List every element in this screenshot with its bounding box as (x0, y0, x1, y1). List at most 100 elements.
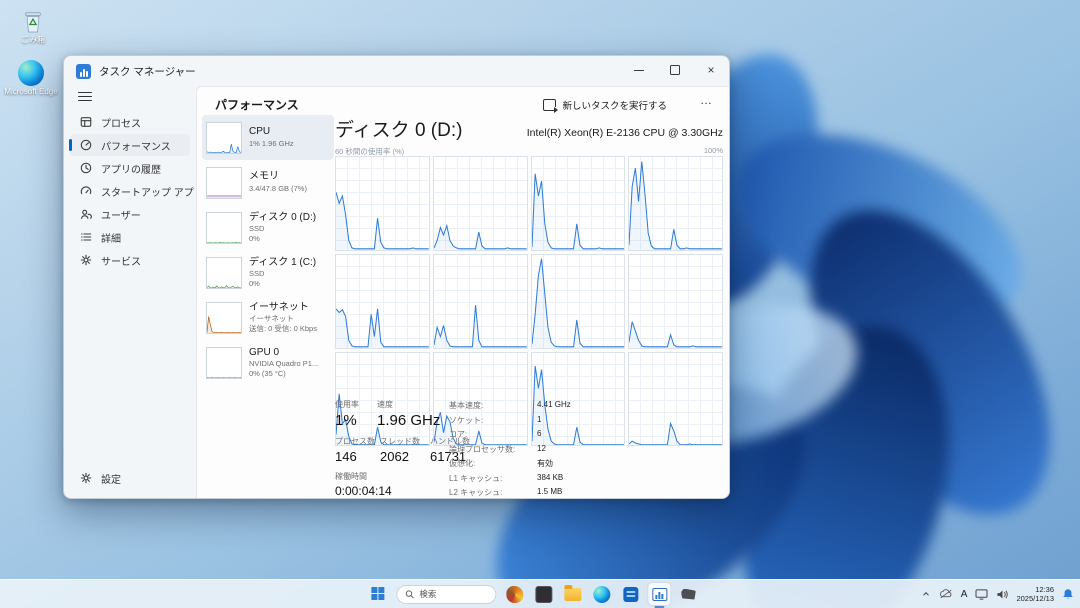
edge-icon (593, 586, 610, 603)
core-graph-5 (335, 254, 430, 349)
sidebar-item-startup-apps[interactable]: スタートアップ アプリ (70, 180, 190, 202)
dark-app-icon (535, 586, 552, 603)
desktop-icon-edge[interactable]: Microsoft Edge (2, 60, 60, 97)
sidebar-item-label: 詳細 (101, 230, 121, 245)
run-new-task-button[interactable]: 新しいタスクを実行する (537, 95, 673, 115)
taskbar-app-bluetile[interactable] (619, 583, 641, 605)
file-explorer-icon (564, 588, 581, 601)
desktop-icon-label: Microsoft Edge (4, 88, 57, 97)
desktop: ごみ箱 Microsoft Edge タスク マネージャー × プロセス (0, 0, 1080, 608)
sidebar-item-label: ユーザー (101, 207, 141, 222)
run-task-icon (543, 99, 556, 111)
menu-toggle-button[interactable] (78, 92, 92, 101)
sidebar-item-services[interactable]: サービス (70, 249, 190, 271)
taskbar-file-explorer[interactable] (561, 583, 583, 605)
window-title: タスク マネージャー (99, 64, 196, 79)
titlebar[interactable]: タスク マネージャー × (64, 56, 729, 86)
core-graph-2 (433, 156, 528, 251)
sidebar-item-label: スタートアップ アプリ (101, 184, 204, 199)
core-graph-8 (628, 254, 723, 349)
device-name: Intel(R) Xeon(R) E-2136 CPU @ 3.30GHz (527, 127, 723, 139)
startup-gauge-icon (79, 185, 92, 198)
recycle-bin-icon (22, 8, 44, 34)
notification-bell-icon[interactable] (1062, 588, 1074, 600)
disk0-thumbnail-chart (207, 213, 241, 243)
perf-item-gpu0[interactable]: GPU 0 NVIDIA Quadro P1... 0% (35 °C) (202, 340, 334, 385)
content-area: パフォーマンス 新しいタスクを実行する … CPU 1% 1.96 GHz (196, 86, 729, 498)
perf-item-name: ディスク 0 (D:) (249, 212, 316, 225)
search-placeholder: 検索 (419, 588, 436, 600)
services-gear-icon (79, 254, 92, 267)
detail-label: 基本速度: (449, 400, 537, 411)
detail-label: L1 キャッシュ: (449, 473, 537, 484)
close-button[interactable]: × (693, 56, 729, 84)
detail-label: ソケット: (449, 415, 537, 426)
start-button[interactable] (367, 583, 389, 605)
detail-value: 有効 (537, 458, 571, 469)
perf-item-memory[interactable]: メモリ 3.4/47.8 GB (7%) (202, 160, 334, 205)
stat-value-processes: 146 (335, 449, 380, 464)
sidebar-item-app-history[interactable]: アプリの履歴 (70, 157, 190, 179)
sidebar-item-processes[interactable]: プロセス (70, 111, 190, 133)
core-graph-3 (531, 156, 626, 251)
stat-label: スレッド数 (380, 436, 430, 447)
sidebar-item-label: プロセス (101, 115, 141, 130)
sidebar-item-performance[interactable]: パフォーマンス (70, 134, 190, 156)
detail-value: 1.5 MB (537, 487, 571, 498)
onedrive-icon[interactable] (939, 589, 953, 599)
taskbar-app-paint[interactable] (503, 583, 525, 605)
perf-item-detail: SSD (249, 269, 316, 279)
users-icon (79, 208, 92, 221)
search-icon (405, 590, 414, 599)
perf-item-disk1[interactable]: ディスク 1 (C:) SSD 0% (202, 250, 334, 295)
perf-item-detail: 3.4/47.8 GB (7%) (249, 184, 307, 194)
taskbar-edge[interactable] (590, 583, 612, 605)
sidebar-item-details[interactable]: 詳細 (70, 226, 190, 248)
windows-logo-icon (371, 587, 385, 601)
ethernet-thumbnail-chart (207, 303, 241, 333)
desktop-icon-recycle-bin[interactable]: ごみ箱 (4, 8, 62, 45)
maximize-button[interactable] (657, 56, 693, 84)
core-graph-1 (335, 156, 430, 251)
gpu-thumbnail-chart (207, 348, 241, 378)
detail-value: 6 (537, 429, 571, 440)
taskbar-app-misc[interactable] (677, 583, 699, 605)
stat-value-utilization: 1% (335, 412, 377, 429)
perf-item-detail: SSD (249, 224, 316, 234)
detail-value: 1 (537, 415, 571, 426)
display-status-icon[interactable] (975, 589, 988, 600)
stats-right-block: 基本速度:4.41 GHz ソケット:1 コア:6 論理プロセッサ数:12 仮想… (449, 400, 571, 499)
sidebar-item-settings[interactable]: 設定 (70, 467, 190, 489)
settings-gear-icon (79, 472, 92, 485)
perf-item-detail: 0% (249, 279, 316, 289)
tray-clock[interactable]: 12:36 2025/12/13 (1016, 585, 1054, 604)
minimize-button[interactable] (621, 56, 657, 84)
perf-item-ethernet[interactable]: イーサネット イーサネット 送信: 0 受信: 0 Kbps (202, 295, 334, 340)
speaker-icon[interactable] (996, 589, 1008, 600)
desktop-icon-label: ごみ箱 (21, 36, 45, 45)
paint-app-icon (506, 586, 523, 603)
tray-chevron-up-icon[interactable] (921, 589, 931, 599)
more-options-button[interactable]: … (700, 93, 713, 107)
detail-value: 384 KB (537, 473, 571, 484)
perf-item-cpu[interactable]: CPU 1% 1.96 GHz (202, 115, 334, 160)
taskbar-app-dark[interactable] (532, 583, 554, 605)
taskbar-search-box[interactable]: 検索 (396, 585, 496, 604)
perf-item-detail: 0% (249, 234, 316, 244)
taskbar: 検索 A 12:36 2025/12/13 (0, 579, 1080, 608)
sidebar-item-users[interactable]: ユーザー (70, 203, 190, 225)
detail-label: コア: (449, 429, 537, 440)
ime-mode-indicator[interactable]: A (961, 589, 968, 600)
perf-item-detail: イーサネット (249, 314, 317, 324)
core-graph-4 (628, 156, 723, 251)
chart-max-label: 100% (704, 146, 723, 155)
cpu-core-grid (335, 156, 723, 390)
taskbar-task-manager[interactable] (648, 583, 670, 605)
perf-item-name: CPU (249, 126, 294, 139)
detail-label: 仮想化: (449, 458, 537, 469)
perf-item-name: イーサネット (249, 302, 317, 315)
detail-value: 4.41 GHz (537, 400, 571, 411)
perf-item-disk0[interactable]: ディスク 0 (D:) SSD 0% (202, 205, 334, 250)
selection-indicator (69, 139, 72, 151)
maximize-icon (670, 65, 680, 75)
